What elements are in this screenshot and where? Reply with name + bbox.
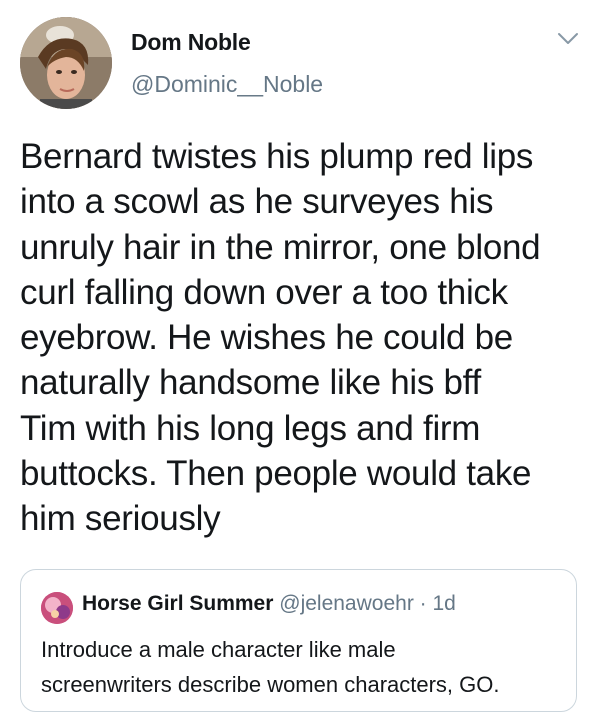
quoted-tweet-card[interactable]: Horse Girl Summer @jelenawoehr · 1d Intr… [20,569,577,712]
tweet: Dom Noble @Dominic__Noble Bernard twiste… [0,0,599,723]
tweet-text: Bernard twistes his plump red lips into … [20,137,541,539]
quoted-separator: · [419,592,427,615]
author-avatar-image [20,17,112,109]
quoted-author-avatar-image [41,592,73,624]
quoted-tweet-text: Introduce a male character like male scr… [41,637,500,697]
quoted-author-name[interactable]: Horse Girl Summer [82,592,273,615]
author-handle[interactable]: @Dominic__Noble [131,71,323,98]
quoted-timestamp[interactable]: 1d [433,592,456,615]
quoted-author-avatar[interactable] [41,592,73,624]
author-avatar[interactable] [20,17,112,109]
quoted-author-handle[interactable]: @jelenawoehr [279,592,414,615]
quoted-tweet-header: Horse Girl Summer @jelenawoehr · 1d [82,592,456,616]
chevron-down-icon[interactable] [557,32,579,46]
author-name[interactable]: Dom Noble [131,29,251,56]
